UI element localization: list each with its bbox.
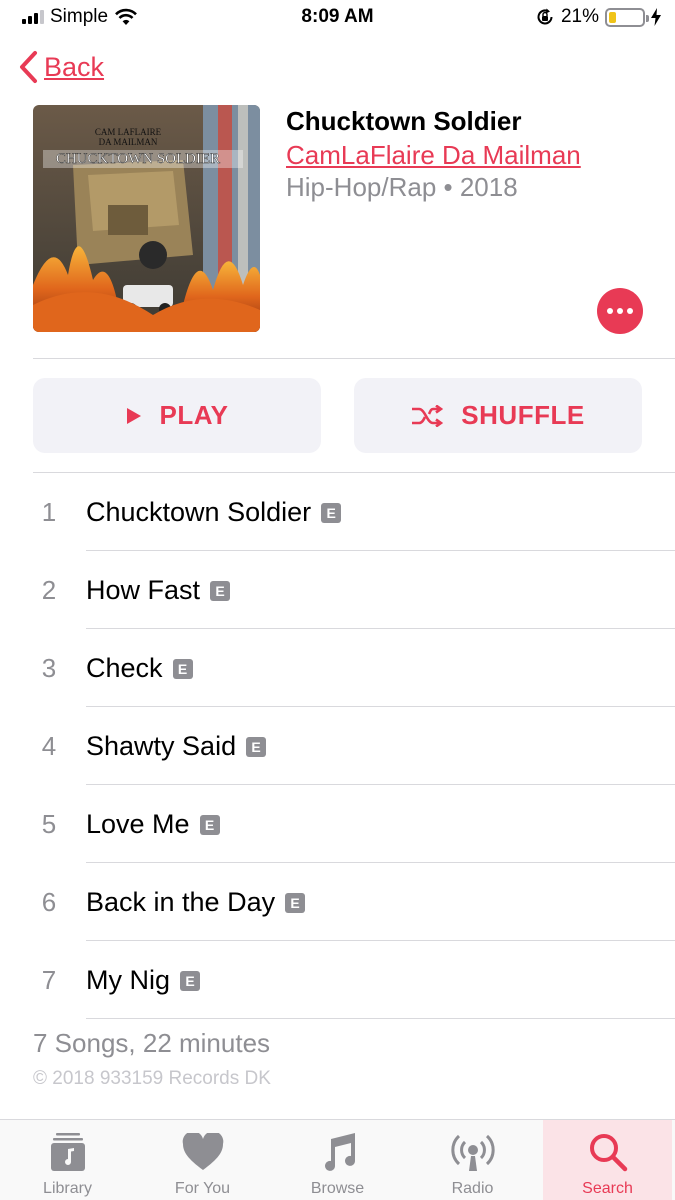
track-row[interactable]: 4 Shawty Said E <box>0 707 675 785</box>
play-label: PLAY <box>159 400 229 430</box>
track-row[interactable]: 3 Check E <box>0 629 675 707</box>
track-row[interactable]: 6 Back in the Day E <box>0 863 675 941</box>
track-number: 5 <box>41 809 57 839</box>
tab-label: For You <box>174 1180 231 1197</box>
track-title: My Nig <box>86 965 171 995</box>
explicit-badge: E <box>199 814 220 835</box>
track-number: 7 <box>41 965 57 995</box>
tab-label: Search <box>582 1180 633 1197</box>
battery-level <box>609 11 616 23</box>
tab-label: Browse <box>310 1180 365 1197</box>
explicit-badge: E <box>321 502 342 523</box>
album-genre-year: Hip-Hop/Rap • 2018 <box>286 172 518 202</box>
track-row[interactable]: 7 My Nig E <box>0 941 675 1019</box>
art-text-1: CAM LAFLAIRE <box>95 127 162 137</box>
shuffle-button[interactable]: SHUFFLE <box>354 378 642 453</box>
play-icon <box>126 407 141 424</box>
search-icon <box>588 1130 628 1174</box>
music-note-icon <box>319 1130 357 1174</box>
tab-browse[interactable]: Browse <box>270 1120 405 1200</box>
shuffle-icon <box>412 404 444 427</box>
track-number: 6 <box>41 887 57 917</box>
tab-label: Library <box>43 1180 92 1197</box>
library-icon <box>50 1130 86 1174</box>
ellipsis-icon <box>607 308 613 314</box>
shuffle-label: SHUFFLE <box>461 400 585 430</box>
charging-icon <box>651 8 661 26</box>
track-row[interactable]: 2 How Fast E <box>0 551 675 629</box>
track-number: 3 <box>41 653 57 683</box>
track-number: 4 <box>41 731 57 761</box>
play-button[interactable]: PLAY <box>33 378 321 453</box>
more-options-button[interactable] <box>597 288 643 334</box>
track-row[interactable]: 1 Chucktown Soldier E <box>0 473 675 551</box>
track-title: Chucktown Soldier <box>86 497 312 527</box>
copyright-text: © 2018 933159 Records DK <box>33 1068 271 1089</box>
explicit-badge: E <box>180 970 201 991</box>
art-text-2: DA MAILMAN <box>99 137 158 147</box>
art-text-3: CHUCKTOWN SOLDIER <box>56 151 220 167</box>
radio-icon <box>449 1130 497 1174</box>
battery-icon <box>605 7 649 27</box>
tab-for-you[interactable]: For You <box>135 1120 270 1200</box>
divider <box>33 358 675 359</box>
tab-radio[interactable]: Radio <box>405 1120 540 1200</box>
back-label: Back <box>44 51 105 82</box>
tab-bar: Library For You Browse Radio Search <box>0 1119 675 1200</box>
heart-icon <box>182 1130 224 1174</box>
tab-library[interactable]: Library <box>0 1120 135 1200</box>
track-title: Shawty Said <box>86 731 237 761</box>
track-number: 2 <box>41 575 57 605</box>
battery-percent: 21% <box>560 6 599 27</box>
track-number: 1 <box>41 497 57 527</box>
tab-label: Radio <box>451 1180 494 1197</box>
album-summary: 7 Songs, 22 minutes <box>33 1028 271 1058</box>
track-row[interactable]: 5 Love Me E <box>0 785 675 863</box>
explicit-badge: E <box>172 658 193 679</box>
artist-link[interactable]: CamLaFlaire Da Mailman <box>286 140 581 171</box>
track-title: Love Me <box>86 809 190 839</box>
album-title: Chucktown Soldier <box>286 106 522 136</box>
track-title: Check <box>86 653 163 683</box>
track-title: Back in the Day <box>86 887 276 917</box>
back-button[interactable]: Back <box>18 50 104 84</box>
status-bar: Simple 8:09 AM 21% <box>0 0 675 36</box>
track-title: How Fast <box>86 575 201 605</box>
explicit-badge: E <box>246 736 267 757</box>
tab-search[interactable]: Search <box>543 1120 672 1200</box>
explicit-badge: E <box>285 892 306 913</box>
status-right: 21% <box>535 6 661 28</box>
rotation-lock-icon <box>537 8 553 25</box>
explicit-badge: E <box>210 580 231 601</box>
album-artwork: CAM LAFLAIRE DA MAILMAN CHUCKTOWN SOLDIE… <box>33 105 260 332</box>
chevron-left-icon <box>20 51 37 83</box>
